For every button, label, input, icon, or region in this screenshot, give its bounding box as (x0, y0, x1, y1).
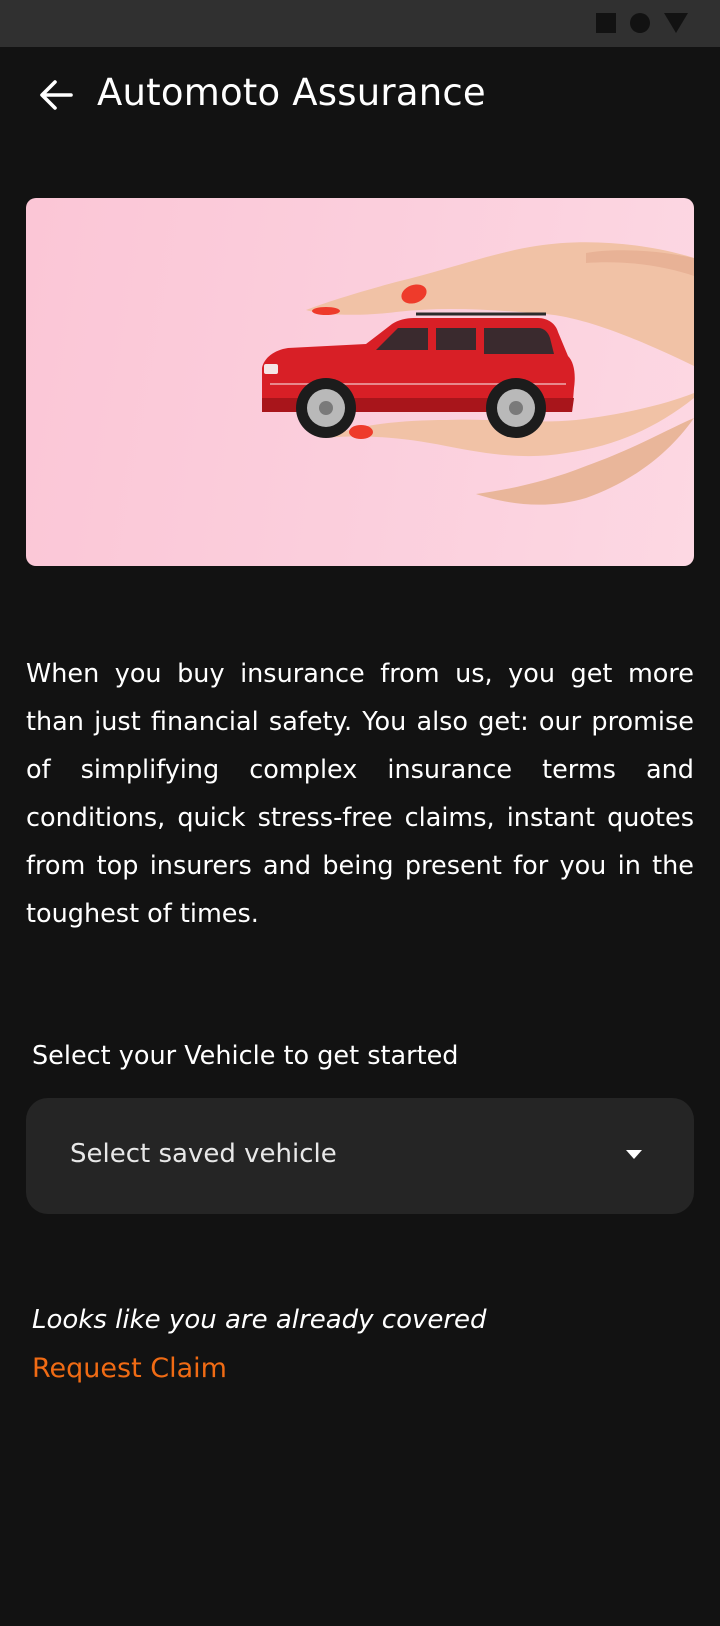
dropdown-caret-icon (626, 1150, 642, 1159)
coverage-message: Looks like you are already covered (32, 1305, 487, 1335)
triangle-icon (664, 13, 688, 33)
status-icons (596, 13, 688, 33)
app-header: Automoto Assurance (0, 47, 720, 147)
request-claim-link[interactable]: Request Claim (32, 1353, 227, 1384)
car-insurance-illustration (262, 242, 694, 505)
insurance-description: When you buy insurance from us, you get … (26, 659, 694, 929)
back-button[interactable] (34, 73, 78, 117)
hero-image (26, 198, 694, 566)
arrow-left-icon (40, 80, 73, 110)
status-bar (0, 0, 720, 47)
square-icon (596, 13, 616, 33)
vehicle-select-label: Select your Vehicle to get started (32, 1041, 459, 1071)
circle-icon (630, 13, 650, 33)
vehicle-select-value: Select saved vehicle (70, 1139, 337, 1169)
page-title: Automoto Assurance (97, 71, 486, 114)
vehicle-select-dropdown[interactable]: Select saved vehicle (26, 1098, 694, 1214)
